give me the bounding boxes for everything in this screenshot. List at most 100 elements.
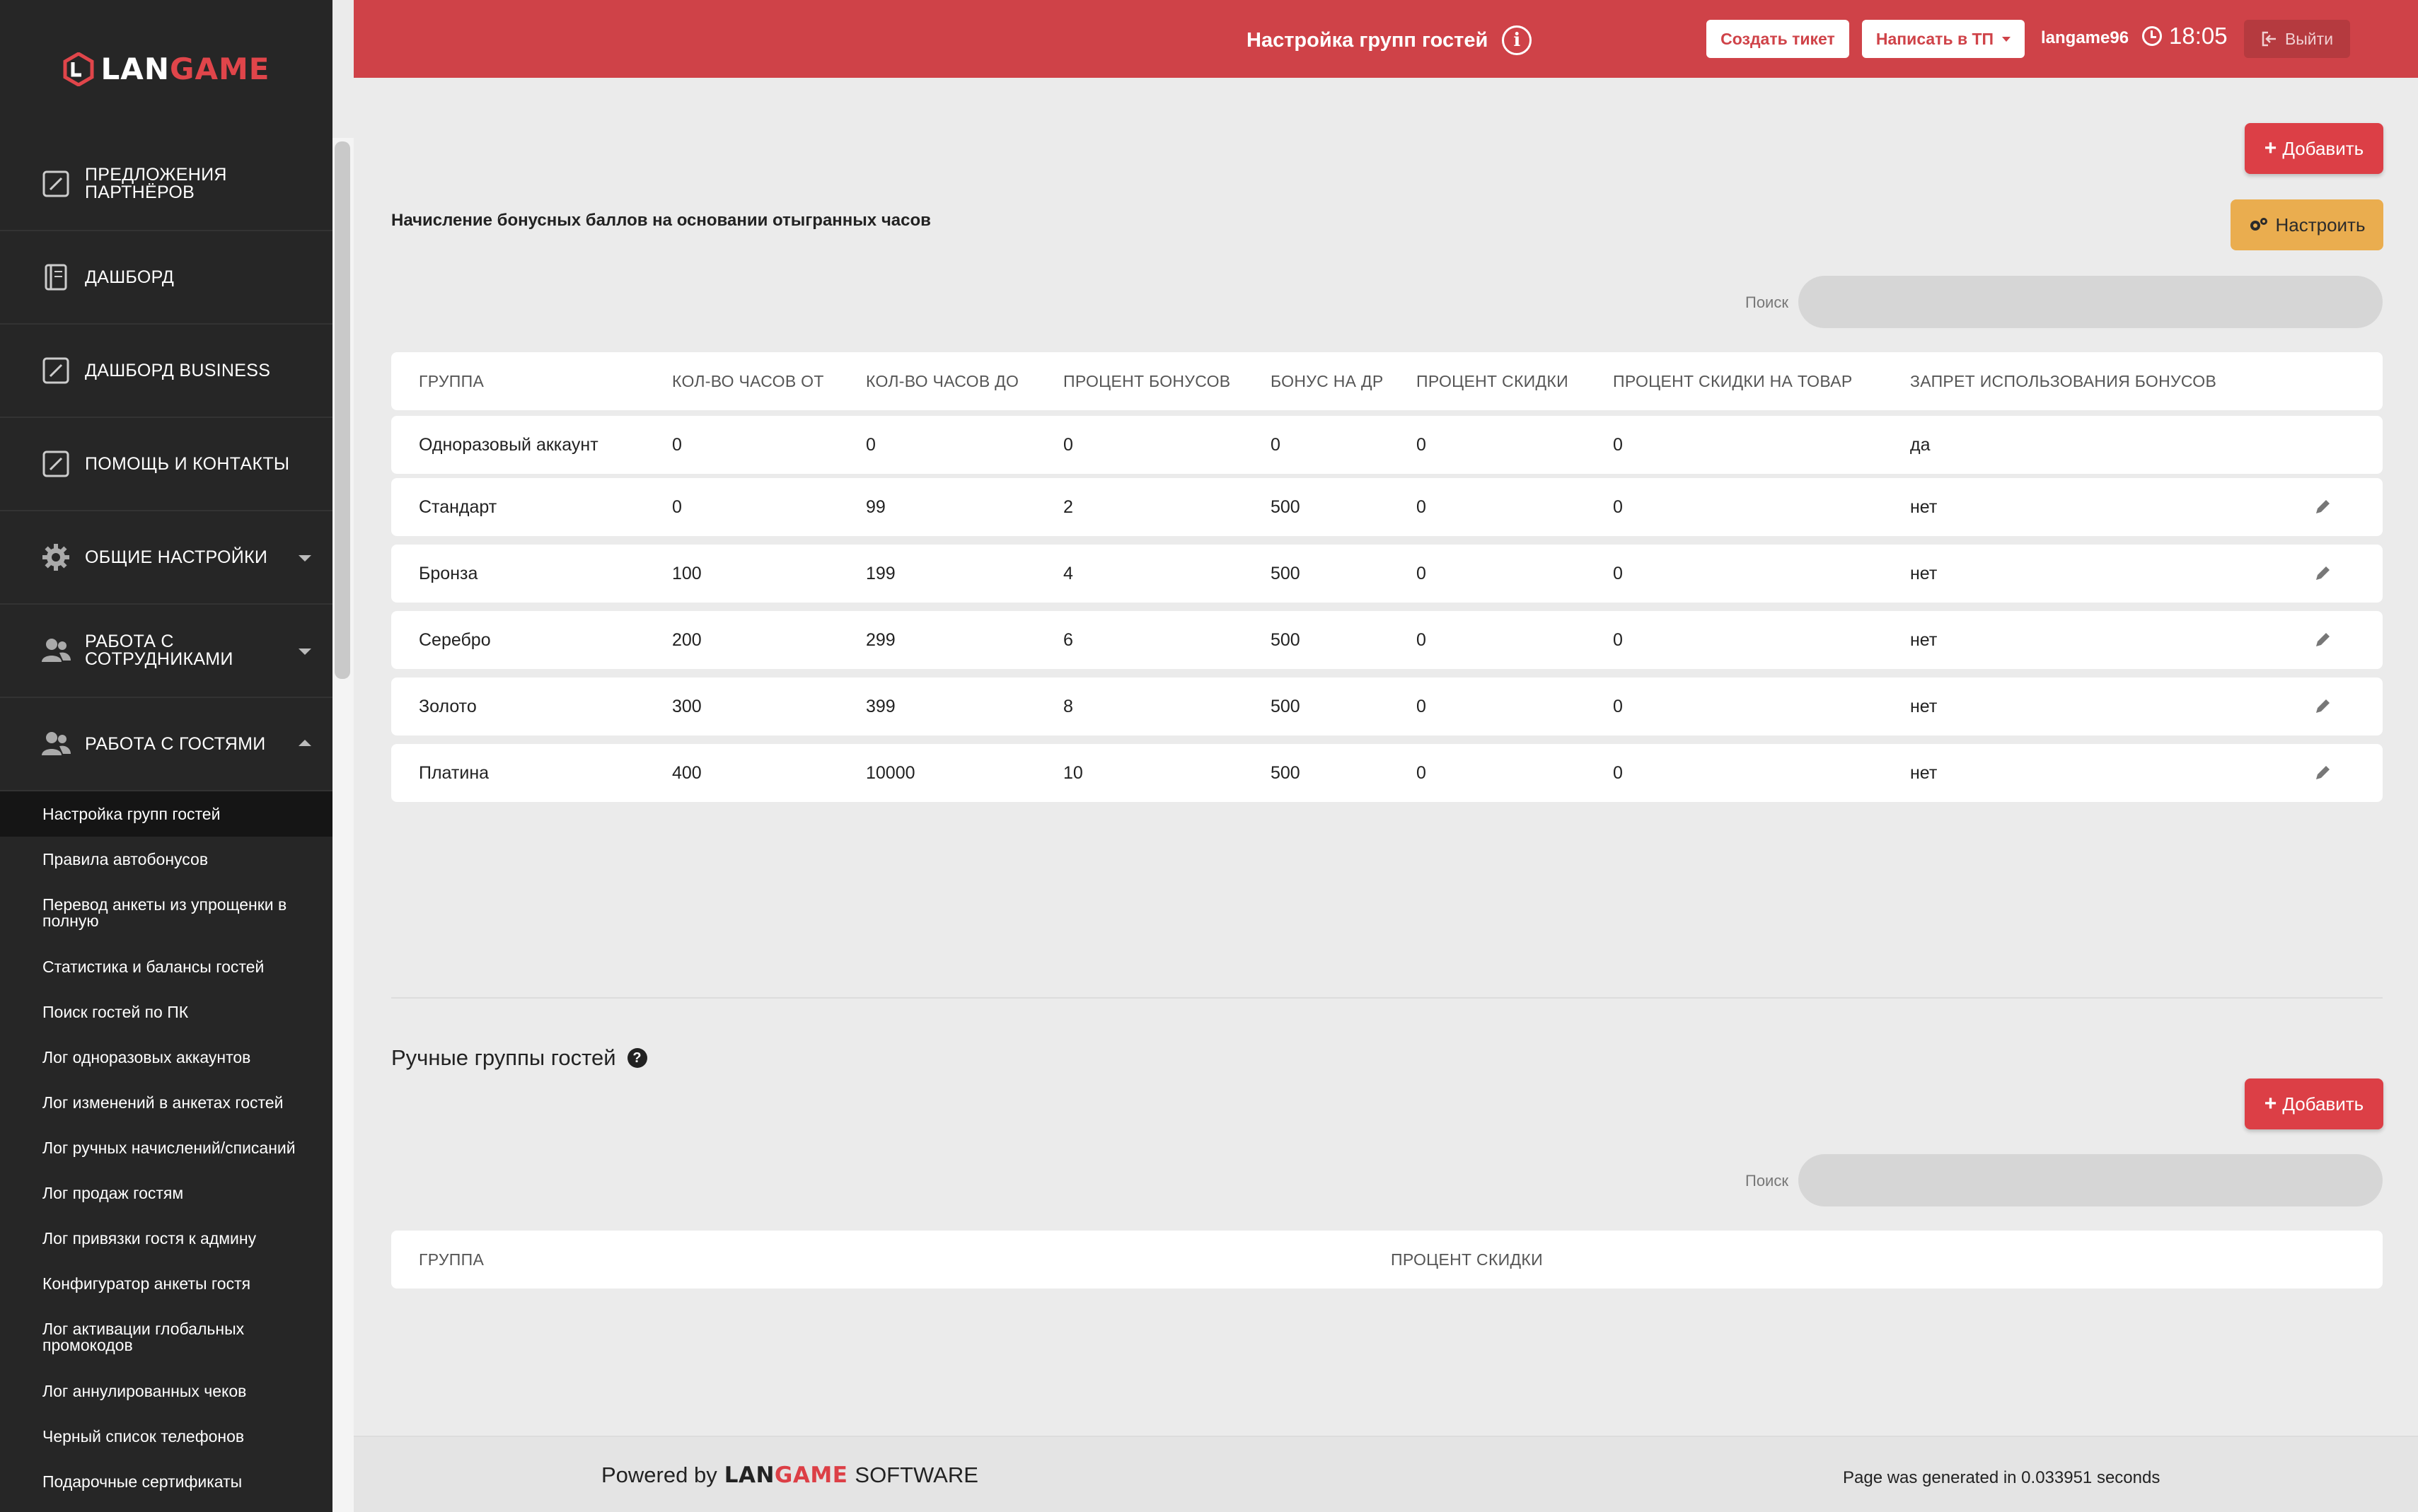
software-text: SOFTWARE	[855, 1462, 978, 1487]
add-label: Добавить	[2282, 137, 2364, 159]
create-ticket-button[interactable]: Создать тикет	[1706, 20, 1849, 58]
logout-button[interactable]: Выйти	[2244, 20, 2350, 58]
table-header-row: Группа Кол-во часов от Кол-во часов до П…	[391, 352, 2383, 410]
table-row[interactable]: Одноразовый аккаунт 0 0 0 0 0 0 да	[391, 416, 2383, 474]
cell-bonus-ban: нет	[1910, 629, 1938, 650]
edit-pencil-icon[interactable]	[2313, 631, 2332, 649]
powered-by: Powered by LANGAME SOFTWARE	[601, 1462, 978, 1488]
table-row[interactable]: Бронза 100 199 4 500 0 0 нет	[391, 545, 2383, 603]
add-manual-group-button[interactable]: + Добавить	[2245, 1078, 2383, 1129]
logout-icon	[2262, 31, 2276, 47]
cell-group: Золото	[419, 696, 477, 716]
sidebar-item-general-settings[interactable]: Общие настройки	[0, 511, 332, 605]
sidebar-item-label: Дашборд	[85, 267, 175, 287]
cell-birthday-bonus: 500	[1271, 762, 1300, 783]
cell-hours-to: 99	[866, 496, 886, 517]
edit-pencil-icon[interactable]	[2313, 564, 2332, 583]
users-icon	[41, 636, 71, 665]
table-row[interactable]: Платина 400 10000 10 500 0 0 нет	[391, 744, 2383, 802]
plus-icon: +	[2264, 136, 2277, 160]
plus-icon: +	[2264, 1092, 2277, 1115]
sidebar-scrollbar[interactable]	[335, 141, 350, 679]
cell-group: Серебро	[419, 629, 491, 650]
cell-bonus-percent: 8	[1063, 696, 1073, 716]
cell-bonus-ban: да	[1910, 434, 1931, 455]
cell-hours-to: 10000	[866, 762, 915, 783]
submenu-item-autobonus-rules[interactable]: Правила автобонусов	[0, 837, 332, 882]
table-row[interactable]: Золото 300 399 8 500 0 0 нет	[391, 678, 2383, 735]
clock-icon	[2142, 26, 2162, 46]
cell-discount-percent: 0	[1416, 496, 1426, 517]
table-row[interactable]: Стандарт 0 99 2 500 0 0 нет	[391, 478, 2383, 536]
edit-pencil-icon[interactable]	[2313, 764, 2332, 782]
submenu-item-gift-certificates[interactable]: Подарочные сертификаты	[0, 1459, 332, 1504]
clock: 18:05	[2142, 23, 2228, 50]
submenu-item-profile-changes-log[interactable]: Лог изменений в анкетах гостей	[0, 1080, 332, 1125]
users-icon	[41, 729, 71, 759]
question-icon[interactable]: ?	[627, 1048, 647, 1068]
section-divider	[391, 997, 2383, 999]
edit-pencil-icon[interactable]	[2313, 697, 2332, 716]
cell-discount-percent: 0	[1416, 629, 1426, 650]
configure-button[interactable]: Настроить	[2231, 199, 2383, 250]
submenu-item-phone-blacklist[interactable]: Черный список телефонов	[0, 1414, 332, 1459]
chevron-down-icon	[299, 649, 311, 655]
sidebar-item-dashboard[interactable]: Дашборд	[0, 231, 332, 325]
page-title-text: Настройка групп гостей	[1246, 28, 1488, 52]
sidebar-item-partners[interactable]: Предложения партнёров	[0, 138, 332, 231]
table-row[interactable]: Серебро 200 299 6 500 0 0 нет	[391, 611, 2383, 669]
gears-icon	[2250, 218, 2268, 231]
sidebar-item-help[interactable]: Помощь и контакты	[0, 418, 332, 511]
submenu-item-profile-configurator[interactable]: Конфигуратор анкеты гостя	[0, 1261, 332, 1306]
chevron-down-icon	[299, 555, 311, 562]
cell-bonus-ban: нет	[1910, 762, 1938, 783]
cell-bonus-ban: нет	[1910, 496, 1938, 517]
submenu-item-cancelled-checks-log[interactable]: Лог аннулированных чеков	[0, 1368, 332, 1414]
caret-down-icon	[2002, 36, 2011, 42]
logo-text: LANGAME	[100, 52, 270, 86]
manual-search-label: Поиск	[1745, 1172, 1788, 1190]
manual-search-input[interactable]	[1798, 1154, 2383, 1206]
add-label: Добавить	[2282, 1093, 2364, 1115]
cell-bonus-ban: нет	[1910, 563, 1938, 583]
cell-discount-percent: 0	[1416, 434, 1426, 455]
col-hours-to: Кол-во часов до	[866, 371, 1019, 390]
configure-label: Настроить	[2275, 214, 2366, 235]
submenu-item-admin-binding-log[interactable]: Лог привязки гостя к админу	[0, 1216, 332, 1261]
submenu-item-profile-transfer[interactable]: Перевод анкеты из упрощенки в полную	[0, 882, 332, 944]
write-support-dropdown[interactable]: Написать в ТП	[1862, 20, 2025, 58]
cell-product-discount: 0	[1613, 696, 1623, 716]
col-discount-percent: Процент скидки	[1416, 371, 1568, 390]
cell-bonus-percent: 6	[1063, 629, 1073, 650]
sidebar-item-label: Работа с гостями	[85, 733, 266, 754]
submenu-item-manual-charges-log[interactable]: Лог ручных начислений/списаний	[0, 1125, 332, 1170]
cell-discount-percent: 0	[1416, 696, 1426, 716]
cell-group: Одноразовый аккаунт	[419, 434, 598, 455]
cell-group: Бронза	[419, 563, 478, 583]
sidebar-item-staff[interactable]: Работа с сотрудниками	[0, 605, 332, 698]
submenu-item-search-by-pc[interactable]: Поиск гостей по ПК	[0, 989, 332, 1035]
logo[interactable]: LANGAME	[0, 0, 332, 138]
page-title: Настройка групп гостей i	[1246, 25, 1532, 55]
generation-time: Page was generated in 0.033951 seconds	[1843, 1468, 2160, 1487]
cell-hours-from: 300	[672, 696, 702, 716]
cell-bonus-percent: 0	[1063, 434, 1073, 455]
submenu-item-guest-stats[interactable]: Статистика и балансы гостей	[0, 944, 332, 989]
sidebar-item-dashboard-business[interactable]: Дашборд business	[0, 325, 332, 418]
manual-groups-title: Ручные группы гостей ?	[391, 1045, 647, 1071]
add-auto-group-button[interactable]: + Добавить	[2245, 123, 2383, 174]
edit-pencil-icon[interactable]	[2313, 498, 2332, 516]
cell-bonus-ban: нет	[1910, 696, 1938, 716]
submenu-item-onetime-log[interactable]: Лог одноразовых аккаунтов	[0, 1035, 332, 1080]
cell-group: Стандарт	[419, 496, 497, 517]
submenu-item-guest-groups[interactable]: Настройка групп гостей	[0, 791, 332, 837]
col-group: Группа	[419, 371, 485, 390]
submenu-item-sales-log[interactable]: Лог продаж гостям	[0, 1170, 332, 1216]
col-birthday-bonus: Бонус на ДР	[1271, 371, 1384, 390]
submenu-item-promocodes-log[interactable]: Лог активации глобальных промокодов	[0, 1306, 332, 1368]
col-discount-percent: Процент скидки	[1391, 1250, 1543, 1269]
info-icon[interactable]: i	[1502, 25, 1532, 55]
auto-search-input[interactable]	[1798, 276, 2383, 328]
sidebar-item-guests[interactable]: Работа с гостями	[0, 698, 332, 791]
sidebar-item-label: Предложения партнёров	[85, 165, 227, 202]
